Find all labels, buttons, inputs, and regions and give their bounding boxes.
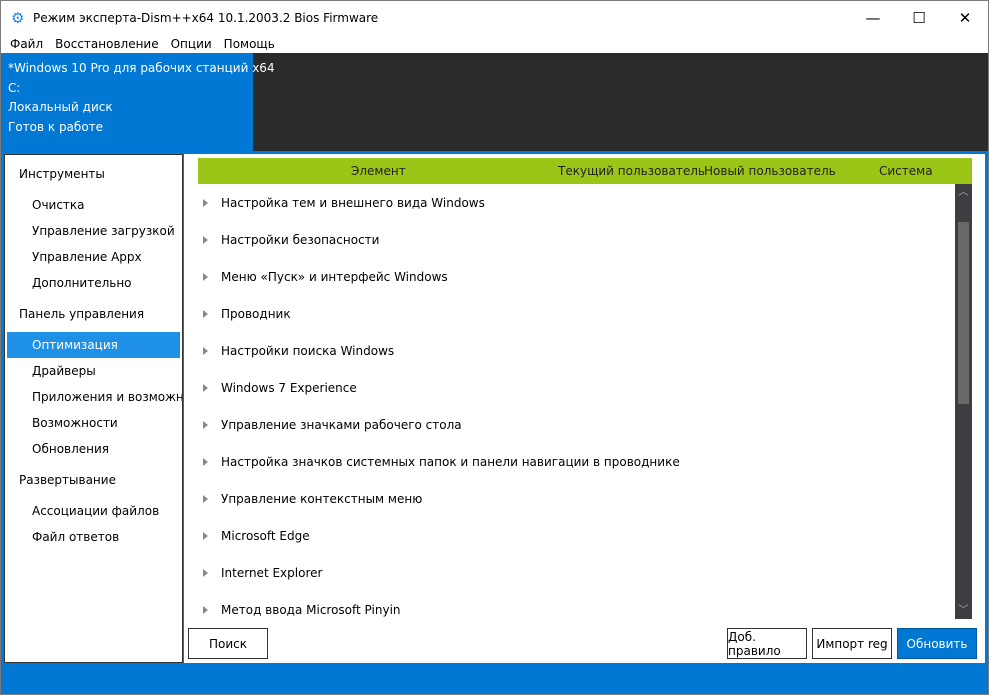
table-row[interactable]: Управление контекстным меню [198, 480, 955, 517]
expand-arrow-icon[interactable] [203, 420, 208, 429]
expand-arrow-icon[interactable] [203, 235, 208, 244]
expand-arrow-icon[interactable] [203, 531, 208, 540]
table-row[interactable]: Меню «Пуск» и интерфейс Windows [198, 258, 955, 295]
table-row[interactable]: Настройки поиска Windows [198, 332, 955, 369]
menu-options[interactable]: Опции [165, 37, 218, 51]
row-label: Настройка тем и внешнего вида Windows [221, 195, 485, 210]
title-bar: ⚙ Режим эксперта-Dism++x64 10.1.2003.2 B… [1, 1, 988, 34]
main-body: Инструменты Очистка Управление загрузкой… [1, 151, 988, 663]
row-label: Настройка значков системных папок и пане… [221, 454, 680, 469]
sidebar-item-cleanup[interactable]: Очистка [5, 192, 182, 218]
scroll-up-icon[interactable]: ︿ [955, 184, 972, 201]
sidebar-group-control-panel: Панель управления [19, 307, 145, 321]
col-new-user[interactable]: Новый пользователь [704, 164, 836, 178]
sidebar-item-apps[interactable]: Приложения и возможности [5, 384, 182, 410]
table-row[interactable]: Windows 7 Experience [198, 369, 955, 406]
tweak-list: Настройка тем и внешнего вида Windows Нас… [198, 184, 955, 620]
drive-label: Локальный диск [8, 100, 113, 114]
table-row[interactable]: Настройка тем и внешнего вида Windows [198, 184, 955, 221]
scroll-down-icon[interactable]: ﹀ [955, 602, 972, 619]
close-button[interactable]: ✕ [942, 1, 988, 34]
minimize-button[interactable]: — [850, 1, 896, 34]
col-system[interactable]: Система [879, 164, 933, 178]
expand-arrow-icon[interactable] [203, 494, 208, 503]
table-row[interactable]: Управление значками рабочего стола [198, 406, 955, 443]
sidebar-item-boot[interactable]: Управление загрузкой [5, 218, 182, 244]
table-row[interactable]: Настройка значков системных папок и пане… [198, 443, 955, 480]
scroll-thumb[interactable] [958, 222, 969, 404]
sidebar-item-appx[interactable]: Управление Appx [5, 244, 182, 270]
row-label: Управление значками рабочего стола [221, 417, 462, 432]
row-label: Microsoft Edge [221, 528, 310, 543]
maximize-button[interactable]: ☐ [896, 1, 942, 34]
row-label: Internet Explorer [221, 565, 323, 580]
search-button[interactable]: Поиск [188, 628, 268, 659]
expand-arrow-icon[interactable] [203, 272, 208, 281]
row-label: Настройки поиска Windows [221, 343, 395, 358]
menu-bar: Файл Восстановление Опции Помощь [1, 34, 281, 53]
expand-arrow-icon[interactable] [203, 309, 208, 318]
expand-arrow-icon[interactable] [203, 346, 208, 355]
expand-arrow-icon[interactable] [203, 457, 208, 466]
drive-letter: C: [8, 80, 21, 95]
gears-icon: ⚙ [11, 8, 25, 27]
col-current-user[interactable]: Текущий пользователь [558, 164, 705, 178]
image-status: Готов к работе [8, 119, 104, 134]
row-label: Проводник [221, 306, 291, 321]
content-panel: Элемент Текущий пользователь Новый польз… [184, 154, 985, 663]
sidebar-item-optimization[interactable]: Оптимизация [7, 332, 180, 358]
sidebar-item-answer-file[interactable]: Файл ответов [5, 524, 182, 550]
sidebar-group-tools: Инструменты [19, 167, 105, 181]
refresh-button[interactable]: Обновить [897, 628, 977, 659]
expand-arrow-icon[interactable] [203, 198, 208, 207]
expand-arrow-icon[interactable] [203, 605, 208, 614]
sidebar-group-deploy: Развертывание [19, 473, 116, 487]
sidebar: Инструменты Очистка Управление загрузкой… [4, 154, 183, 663]
table-header: Элемент Текущий пользователь Новый польз… [198, 158, 972, 184]
sidebar-item-file-assoc[interactable]: Ассоциации файлов [5, 498, 182, 524]
scrollbar[interactable]: ︿ ﹀ [955, 184, 972, 619]
window-title: Режим эксперта-Dism++x64 10.1.2003.2 Bio… [33, 10, 379, 25]
row-label: Windows 7 Experience [221, 380, 357, 395]
table-row[interactable]: Настройки безопасности [198, 221, 955, 258]
row-label: Управление контекстным меню [221, 491, 423, 506]
table-row[interactable]: Microsoft Edge [198, 517, 955, 554]
table-row[interactable]: Метод ввода Microsoft Pinyin [198, 591, 955, 620]
menu-file[interactable]: Файл [1, 37, 49, 51]
sidebar-item-drivers[interactable]: Драйверы [5, 358, 182, 384]
os-name: *Windows 10 Pro для рабочих станций x64 [8, 61, 275, 75]
expand-arrow-icon[interactable] [203, 383, 208, 392]
image-header: *Windows 10 Pro для рабочих станций x64 … [1, 53, 988, 151]
menu-restore[interactable]: Восстановление [49, 37, 164, 51]
sidebar-item-advanced[interactable]: Дополнительно [5, 270, 182, 296]
add-rule-button[interactable]: Доб. правило [727, 628, 807, 659]
status-bar [1, 663, 988, 694]
menu-help[interactable]: Помощь [218, 37, 281, 51]
table-row[interactable]: Проводник [198, 295, 955, 332]
col-element[interactable]: Элемент [351, 164, 406, 178]
app-window: ⚙ Режим эксперта-Dism++x64 10.1.2003.2 B… [0, 0, 989, 695]
image-info-tile[interactable]: *Windows 10 Pro для рабочих станций x64 … [1, 53, 275, 151]
sidebar-item-features[interactable]: Возможности [5, 410, 182, 436]
import-reg-button[interactable]: Импорт reg [812, 628, 892, 659]
sidebar-item-updates[interactable]: Обновления [5, 436, 182, 462]
expand-arrow-icon[interactable] [203, 568, 208, 577]
row-label: Меню «Пуск» и интерфейс Windows [221, 269, 448, 284]
row-label: Метод ввода Microsoft Pinyin [221, 602, 401, 617]
row-label: Настройки безопасности [221, 232, 380, 247]
table-row[interactable]: Internet Explorer [198, 554, 955, 591]
